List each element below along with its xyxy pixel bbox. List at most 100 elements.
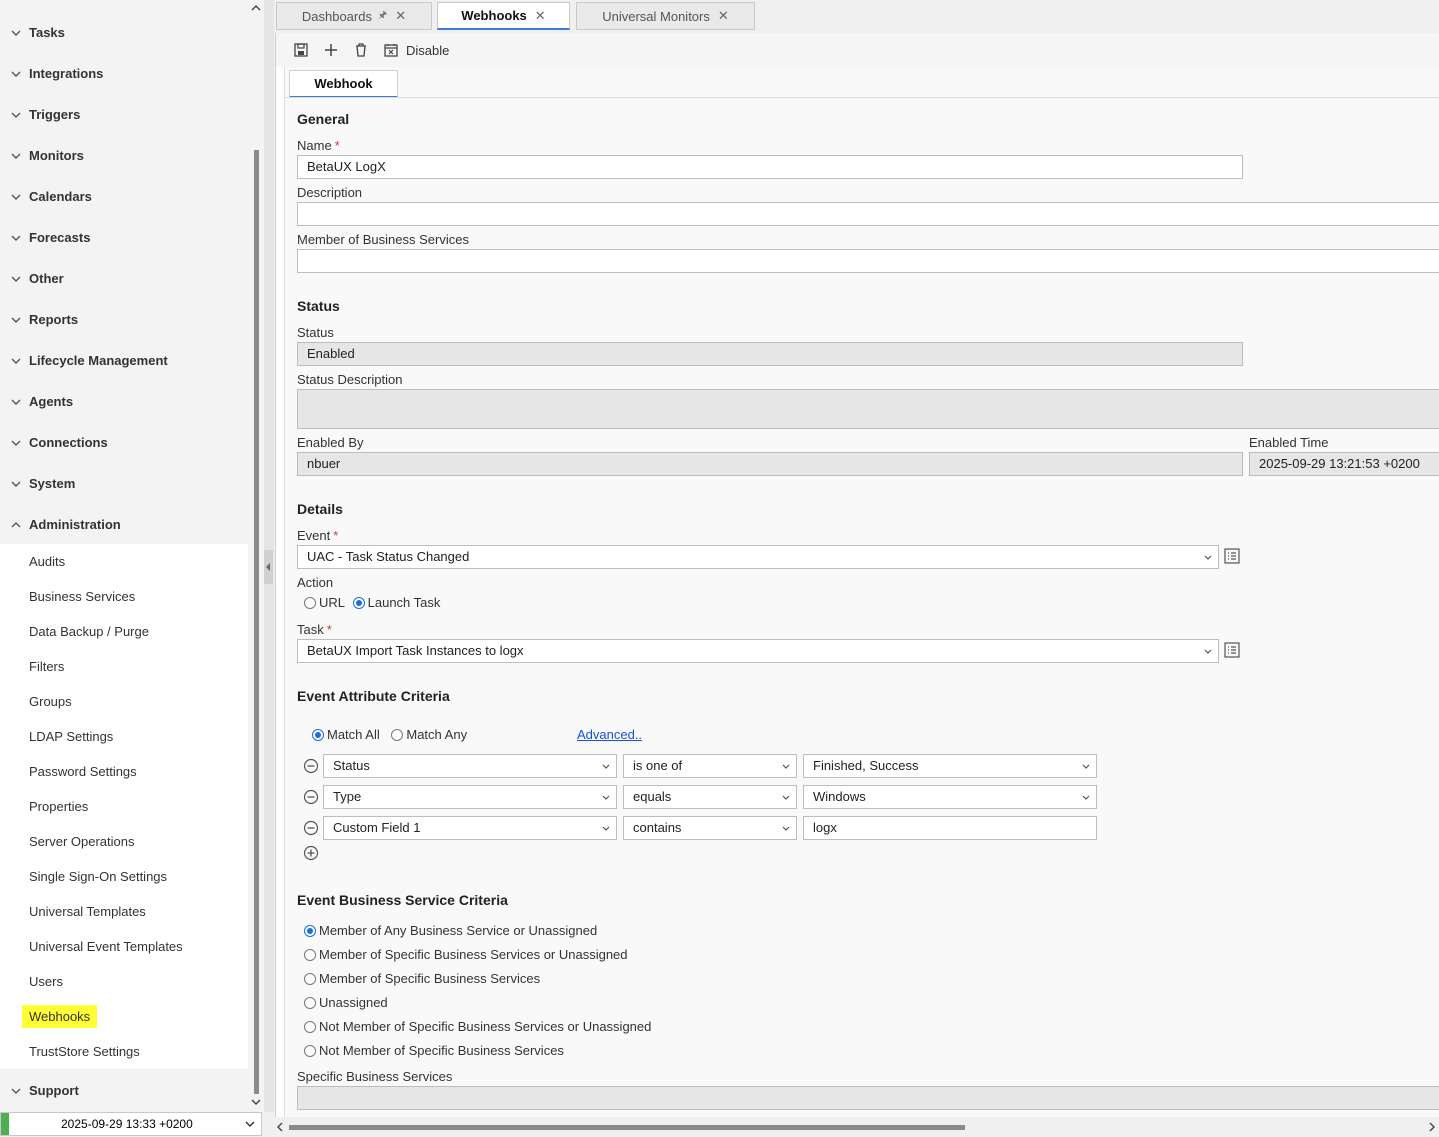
close-icon[interactable]: ✕ <box>718 8 729 24</box>
event-select[interactable]: UAC - Task Status Changed <box>297 545 1219 569</box>
sidebar-group-lifecycle-management[interactable]: Lifecycle Management <box>0 340 248 381</box>
criteria-operator-select[interactable]: contains <box>623 816 797 840</box>
criteria-value-select[interactable]: Windows <box>803 785 1097 809</box>
sidebar-group-forecasts[interactable]: Forecasts <box>0 217 248 258</box>
server-datetime: 2025-09-29 13:33 +0200 <box>61 1117 193 1131</box>
list-details-icon[interactable] <box>1224 642 1240 661</box>
bs-option-5[interactable]: Not Member of Specific Business Services <box>304 1042 564 1058</box>
bs-option-4[interactable]: Not Member of Specific Business Services… <box>304 1018 651 1034</box>
criteria-field-select[interactable]: Custom Field 1 <box>323 816 617 840</box>
sidebar-item-filters[interactable]: Filters <box>29 659 64 674</box>
scroll-right-icon[interactable] <box>1427 1120 1437 1137</box>
add-icon[interactable] <box>322 41 340 59</box>
criteria-operator-select[interactable]: is one of <box>623 754 797 778</box>
scroll-left-icon[interactable] <box>275 1120 285 1137</box>
radio-match-all[interactable] <box>312 728 324 741</box>
sidebar-group-tasks[interactable]: Tasks <box>0 12 248 53</box>
bs-option-3[interactable]: Unassigned <box>304 994 388 1010</box>
form-area: Webhook General Name * BetaUX LogX Descri… <box>284 67 1439 1117</box>
description-field[interactable] <box>297 202 1439 226</box>
timezone-select[interactable]: 2025-09-29 13:33 +0200 <box>0 1112 262 1136</box>
sidebar-item-data-backup-purge[interactable]: Data Backup / Purge <box>29 624 149 639</box>
radio-bs-2[interactable] <box>304 972 316 985</box>
disable-icon[interactable] <box>382 41 400 59</box>
criteria-field-select[interactable]: Type <box>323 785 617 809</box>
list-details-icon[interactable] <box>1224 548 1240 567</box>
tab-webhooks[interactable]: Webhooks ✕ <box>437 2 570 30</box>
disable-button[interactable]: Disable <box>406 43 449 58</box>
sidebar-scrollbar[interactable] <box>248 0 264 1112</box>
sidebar-group-system[interactable]: System <box>0 463 248 504</box>
bs-option-1[interactable]: Member of Specific Business Services or … <box>304 946 628 962</box>
sidebar-group-support[interactable]: Support <box>0 1070 248 1111</box>
specific-business-services-field[interactable] <box>297 1086 1439 1110</box>
tab-dashboards[interactable]: Dashboards 🖈 ✕ <box>276 2 432 30</box>
remove-criteria-icon[interactable] <box>303 758 319 774</box>
radio-bs-3[interactable] <box>304 996 316 1009</box>
sidebar-item-password-settings[interactable]: Password Settings <box>29 764 137 779</box>
sidebar-item-users[interactable]: Users <box>29 974 63 989</box>
criteria-field-select[interactable]: Status <box>323 754 617 778</box>
pin-icon[interactable]: 🖈 <box>378 8 387 25</box>
chevron-down-icon <box>782 760 790 775</box>
radio-bs-0[interactable] <box>304 924 316 937</box>
scroll-down-icon[interactable] <box>248 1094 264 1110</box>
radio-url[interactable] <box>304 596 316 609</box>
sidebar-item-webhooks[interactable]: Webhooks <box>22 1005 98 1028</box>
criteria-value-input[interactable]: logx <box>803 816 1097 840</box>
sidebar-item-universal-templates[interactable]: Universal Templates <box>29 904 146 919</box>
horizontal-scrollbar[interactable] <box>275 1118 1439 1136</box>
radio-bs-5[interactable] <box>304 1044 316 1057</box>
sidebar-group-reports[interactable]: Reports <box>0 299 248 340</box>
sidebar-item-universal-event-templates[interactable]: Universal Event Templates <box>29 939 183 954</box>
panel-splitter[interactable] <box>264 0 274 1112</box>
scroll-up-icon[interactable] <box>248 0 264 20</box>
sidebar-group-connections[interactable]: Connections <box>0 422 248 463</box>
sidebar-group-agents[interactable]: Agents <box>0 381 248 422</box>
radio-match-any[interactable] <box>391 728 404 741</box>
action-launch-task-option[interactable]: Launch Task <box>352 594 440 610</box>
tab-webhook[interactable]: Webhook <box>289 70 398 98</box>
match-all-option[interactable]: Match All <box>312 726 380 742</box>
sidebar-item-groups[interactable]: Groups <box>29 694 72 709</box>
sidebar-group-triggers[interactable]: Triggers <box>0 94 248 135</box>
member-of-business-services-field[interactable] <box>297 249 1439 273</box>
action-url-option[interactable]: URL <box>304 594 345 610</box>
close-icon[interactable]: ✕ <box>395 8 406 24</box>
sidebar-item-server-operations[interactable]: Server Operations <box>29 834 135 849</box>
remove-criteria-icon[interactable] <box>303 820 319 836</box>
tab-universal-monitors[interactable]: Universal Monitors ✕ <box>576 2 755 30</box>
sidebar-group-calendars[interactable]: Calendars <box>0 176 248 217</box>
close-icon[interactable]: ✕ <box>535 8 546 24</box>
sidebar-item-ldap-settings[interactable]: LDAP Settings <box>29 729 113 744</box>
sidebar-group-monitors[interactable]: Monitors <box>0 135 248 176</box>
radio-bs-4[interactable] <box>304 1020 316 1033</box>
save-icon[interactable] <box>292 41 310 59</box>
bs-option-2[interactable]: Member of Specific Business Services <box>304 970 540 986</box>
sidebar-item-properties[interactable]: Properties <box>29 799 88 814</box>
remove-criteria-icon[interactable] <box>303 789 319 805</box>
name-field[interactable]: BetaUX LogX <box>297 155 1243 179</box>
sidebar-item-business-services[interactable]: Business Services <box>29 589 135 604</box>
task-select[interactable]: BetaUX Import Task Instances to logx <box>297 639 1219 663</box>
criteria-operator-select[interactable]: equals <box>623 785 797 809</box>
sidebar-group-other[interactable]: Other <box>0 258 248 299</box>
sidebar-group-integrations[interactable]: Integrations <box>0 53 248 94</box>
bs-option-0[interactable]: Member of Any Business Service or Unassi… <box>304 922 597 938</box>
match-any-option[interactable]: Match Any <box>391 726 467 742</box>
collapse-left-icon[interactable] <box>264 550 273 584</box>
delete-icon[interactable] <box>352 41 370 59</box>
sidebar-group-administration[interactable]: Administration <box>0 504 248 545</box>
sidebar-item-truststore-settings[interactable]: TrustStore Settings <box>29 1044 140 1059</box>
sidebar-scroll-thumb[interactable] <box>254 150 259 1094</box>
chevron-down-icon <box>10 317 22 323</box>
sidebar-item-single-sign-on-settings[interactable]: Single Sign-On Settings <box>29 869 167 884</box>
criteria-value-select[interactable]: Finished, Success <box>803 754 1097 778</box>
add-criteria-icon[interactable] <box>303 845 319 861</box>
sidebar-item-audits[interactable]: Audits <box>29 554 65 569</box>
advanced-link[interactable]: Advanced.. <box>577 727 642 742</box>
horizontal-scroll-thumb[interactable] <box>289 1125 965 1130</box>
radio-launch-task[interactable] <box>352 596 365 609</box>
radio-bs-1[interactable] <box>304 948 316 961</box>
tab-label: Dashboards <box>301 8 372 24</box>
